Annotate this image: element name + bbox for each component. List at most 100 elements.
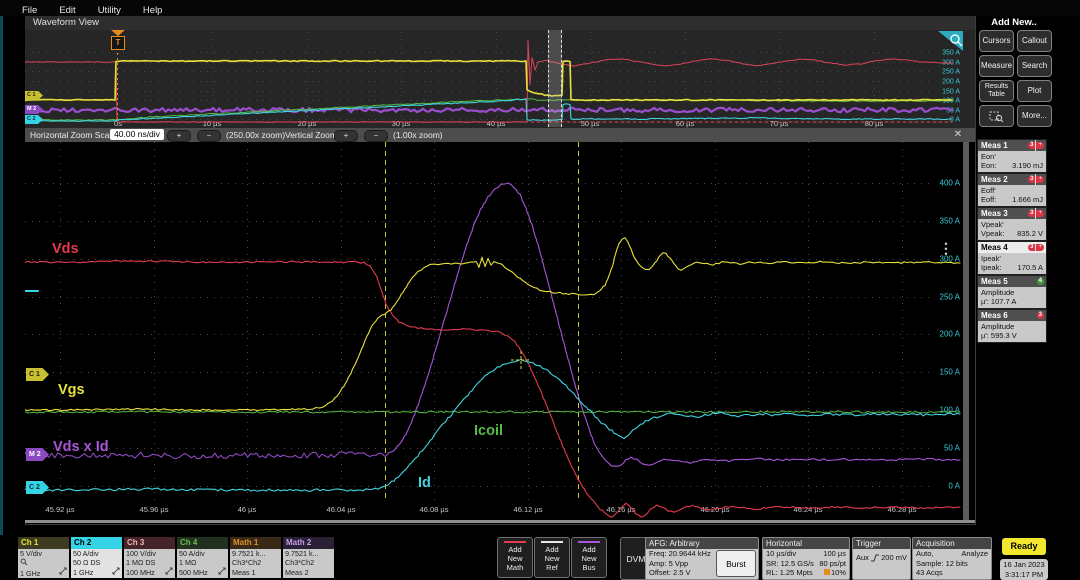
channel-setting: 50 A/div [179, 549, 226, 558]
meas-name-label: Eon' [981, 152, 1043, 161]
channel-badge-header: Ch 4 [177, 537, 228, 549]
meas-value: 3.190 mJ [1012, 161, 1043, 170]
h-zoom-plus-button[interactable]: + [167, 130, 191, 142]
meas-value-label: Eoff: [981, 195, 996, 204]
meas-body: Vpeak'Vpeak:835.2 V [977, 219, 1047, 241]
v-zoom-minus-button[interactable]: − [364, 130, 388, 142]
meas-header: Meas 13+ [977, 139, 1047, 151]
y-tick-label: 400 A [940, 179, 961, 188]
y-tick-label: 250 A [942, 69, 960, 76]
scale-arrows-icon [112, 567, 120, 577]
trigger-level: 200 mV [881, 553, 907, 563]
add-new-measure-button[interactable]: Measure [979, 55, 1014, 77]
trace-label-id[interactable]: Id [418, 475, 431, 491]
date-label: 16 Jan 2023 [1003, 560, 1044, 569]
x-tick-label: 20 µs [298, 119, 317, 128]
splitter-handle-icon[interactable]: ••• [944, 242, 948, 258]
waveform-view-tab[interactable]: Waveform View [25, 16, 975, 31]
ready-status-badge: Ready [1002, 538, 1046, 555]
zoom-window-indicator[interactable] [548, 30, 562, 127]
add-new-math-button[interactable]: AddNewMath [497, 537, 533, 578]
meas-value-row: Eoff:1.666 mJ [981, 195, 1043, 204]
menu-utility[interactable]: Utility [98, 5, 121, 16]
meas-source-badge: 3+ [1028, 142, 1044, 149]
afg-header: AFG: Arbitrary [646, 538, 758, 549]
add-new-plot-button[interactable]: Plot [1017, 80, 1052, 102]
waveform-view-tab-label: Waveform View [25, 16, 99, 30]
trace-label-vds-x-id[interactable]: Vds x Id [53, 439, 109, 455]
add-new-results-table-button[interactable]: ResultsTable [979, 80, 1014, 102]
panel-splitter[interactable] [963, 142, 969, 520]
v-zoom-factor-label: (1.00x zoom) [393, 130, 443, 140]
meas-2-card[interactable]: Meas 23+Eoff'Eoff:1.666 mJ [977, 173, 1047, 207]
menu-file[interactable]: File [22, 5, 37, 16]
window-edge-strip [0, 0, 3, 580]
menu-help[interactable]: Help [143, 5, 163, 16]
burst-button[interactable]: Burst [716, 550, 756, 577]
meas-1-card[interactable]: Meas 13+Eon'Eon:3.190 mJ [977, 139, 1047, 173]
horizontal-header: Horizontal [763, 538, 849, 549]
channel-badge-body: 5 V/div1 GHz [18, 549, 69, 578]
trace-icoil-ch4 [25, 411, 960, 413]
trigger-position-marker[interactable]: T [111, 36, 125, 50]
channel-setting: Ch3*Ch2 [285, 558, 332, 567]
menu-edit[interactable]: Edit [59, 5, 75, 16]
channel-setting: 9.7521 k... [285, 549, 332, 558]
acquisition-panel[interactable]: Acquisition Auto,Analyze Sample: 12 bits… [912, 537, 992, 580]
meas-5-card[interactable]: Meas 54Amplitudeµ': 107.7 A [977, 275, 1047, 309]
meas-body: Eoff'Eoff:1.666 mJ [977, 185, 1047, 207]
channel-badge-ch1[interactable]: Ch 15 V/div1 GHz [18, 537, 69, 578]
datetime-display: 16 Jan 2023 3:31:17 PM [1000, 559, 1048, 580]
add-new-zoom-select-button[interactable] [979, 105, 1014, 127]
channel-badge-math1[interactable]: Math 19.7521 k...Ch3*Ch2Meas 1 [230, 537, 281, 578]
channel-setting: 50 A/div [73, 549, 120, 558]
add-new-button-group: CursorsCalloutMeasureSearchResultsTableP… [979, 30, 1052, 127]
meas-4-card[interactable]: Meas 43+Ipeak'Ipeak:170.5 A [977, 241, 1047, 275]
x-tick-label: 45.96 µs [140, 505, 169, 514]
add-new-cursors-button[interactable]: Cursors [979, 30, 1014, 52]
h-zoom-minus-button[interactable]: − [197, 130, 221, 142]
acquisition-mode: Auto, [916, 549, 934, 559]
add-new-more-button[interactable]: More... [1017, 105, 1052, 127]
acquisition-sample-bits: Sample: 12 bits [916, 559, 968, 569]
meas-name-label: Vpeak' [981, 220, 1043, 229]
probe-icon [20, 558, 28, 566]
add-new-ref-button[interactable]: AddNewRef [534, 537, 570, 578]
horizontal-resolution: 80 ps/pt [819, 559, 846, 569]
h-zoom-scale-input[interactable]: 40.00 ns/div [110, 129, 164, 140]
zoom-bar-close-icon[interactable]: ✕ [951, 128, 965, 141]
add-new-bus-button[interactable]: AddNewBus [571, 537, 607, 578]
trace-label-vds[interactable]: Vds [52, 241, 79, 257]
channel-badge-math2[interactable]: Math 29.7521 k...Ch3*Ch2Meas 2 [283, 537, 334, 578]
x-tick-label: 70 µs [770, 119, 789, 128]
channel-badge-ch3[interactable]: Ch 3100 V/div1 MΩ DS100 MHz [124, 537, 175, 578]
meas-name-label: Eoff' [981, 186, 1043, 195]
horizontal-panel[interactable]: Horizontal 10 µs/div100 µs SR: 12.5 GS/s… [762, 537, 850, 580]
meas-value-row: Vpeak:835.2 V [981, 229, 1043, 238]
meas-6-card[interactable]: Meas 63Amplitudeµ': 595.3 V [977, 309, 1047, 343]
y-tick-label: 150 A [940, 368, 961, 377]
add-new-search-button[interactable]: Search [1017, 55, 1052, 77]
channel-badge-ch2[interactable]: Ch 250 A/div50 Ω DS1 GHz [71, 537, 122, 578]
horizontal-record-length: RL: 1.25 Mpts [766, 568, 813, 578]
h-zoom-scale-label: Horizontal Zoom Scale [30, 130, 116, 140]
trigger-panel[interactable]: Trigger Aux 200 mV [852, 537, 911, 580]
menu-bar: File Edit Utility Help [0, 0, 1080, 16]
channel-badge-ch4[interactable]: Ch 450 A/div1 MΩ500 MHz [177, 537, 228, 578]
afg-panel[interactable]: AFG: Arbitrary Freq: 20.9644 kHz Amp: 5 … [645, 537, 759, 580]
zoom-select-corner-icon[interactable] [936, 30, 964, 52]
channel-badge-header: Math 2 [283, 537, 334, 549]
trace-label-vgs[interactable]: Vgs [58, 382, 85, 398]
meas-header: Meas 54 [977, 275, 1047, 287]
v-zoom-plus-button[interactable]: + [334, 130, 358, 142]
trace-label-icoil[interactable]: Icoil [474, 423, 503, 439]
meas-value-row: µ': 107.7 A [981, 297, 1043, 306]
v-zoom-label: Vertical Zoom [285, 130, 337, 140]
x-tick-label: 80 µs [865, 119, 884, 128]
meas-3-card[interactable]: Meas 33+Vpeak'Vpeak:835.2 V [977, 207, 1047, 241]
meas-value-label: µ': 107.7 A [981, 297, 1016, 306]
meas-source-badge: 4 [1037, 278, 1044, 285]
add-new-callout-button[interactable]: Callout [1017, 30, 1052, 52]
meas-body: Eon'Eon:3.190 mJ [977, 151, 1047, 173]
meas-value-label: Ipeak: [981, 263, 1001, 272]
